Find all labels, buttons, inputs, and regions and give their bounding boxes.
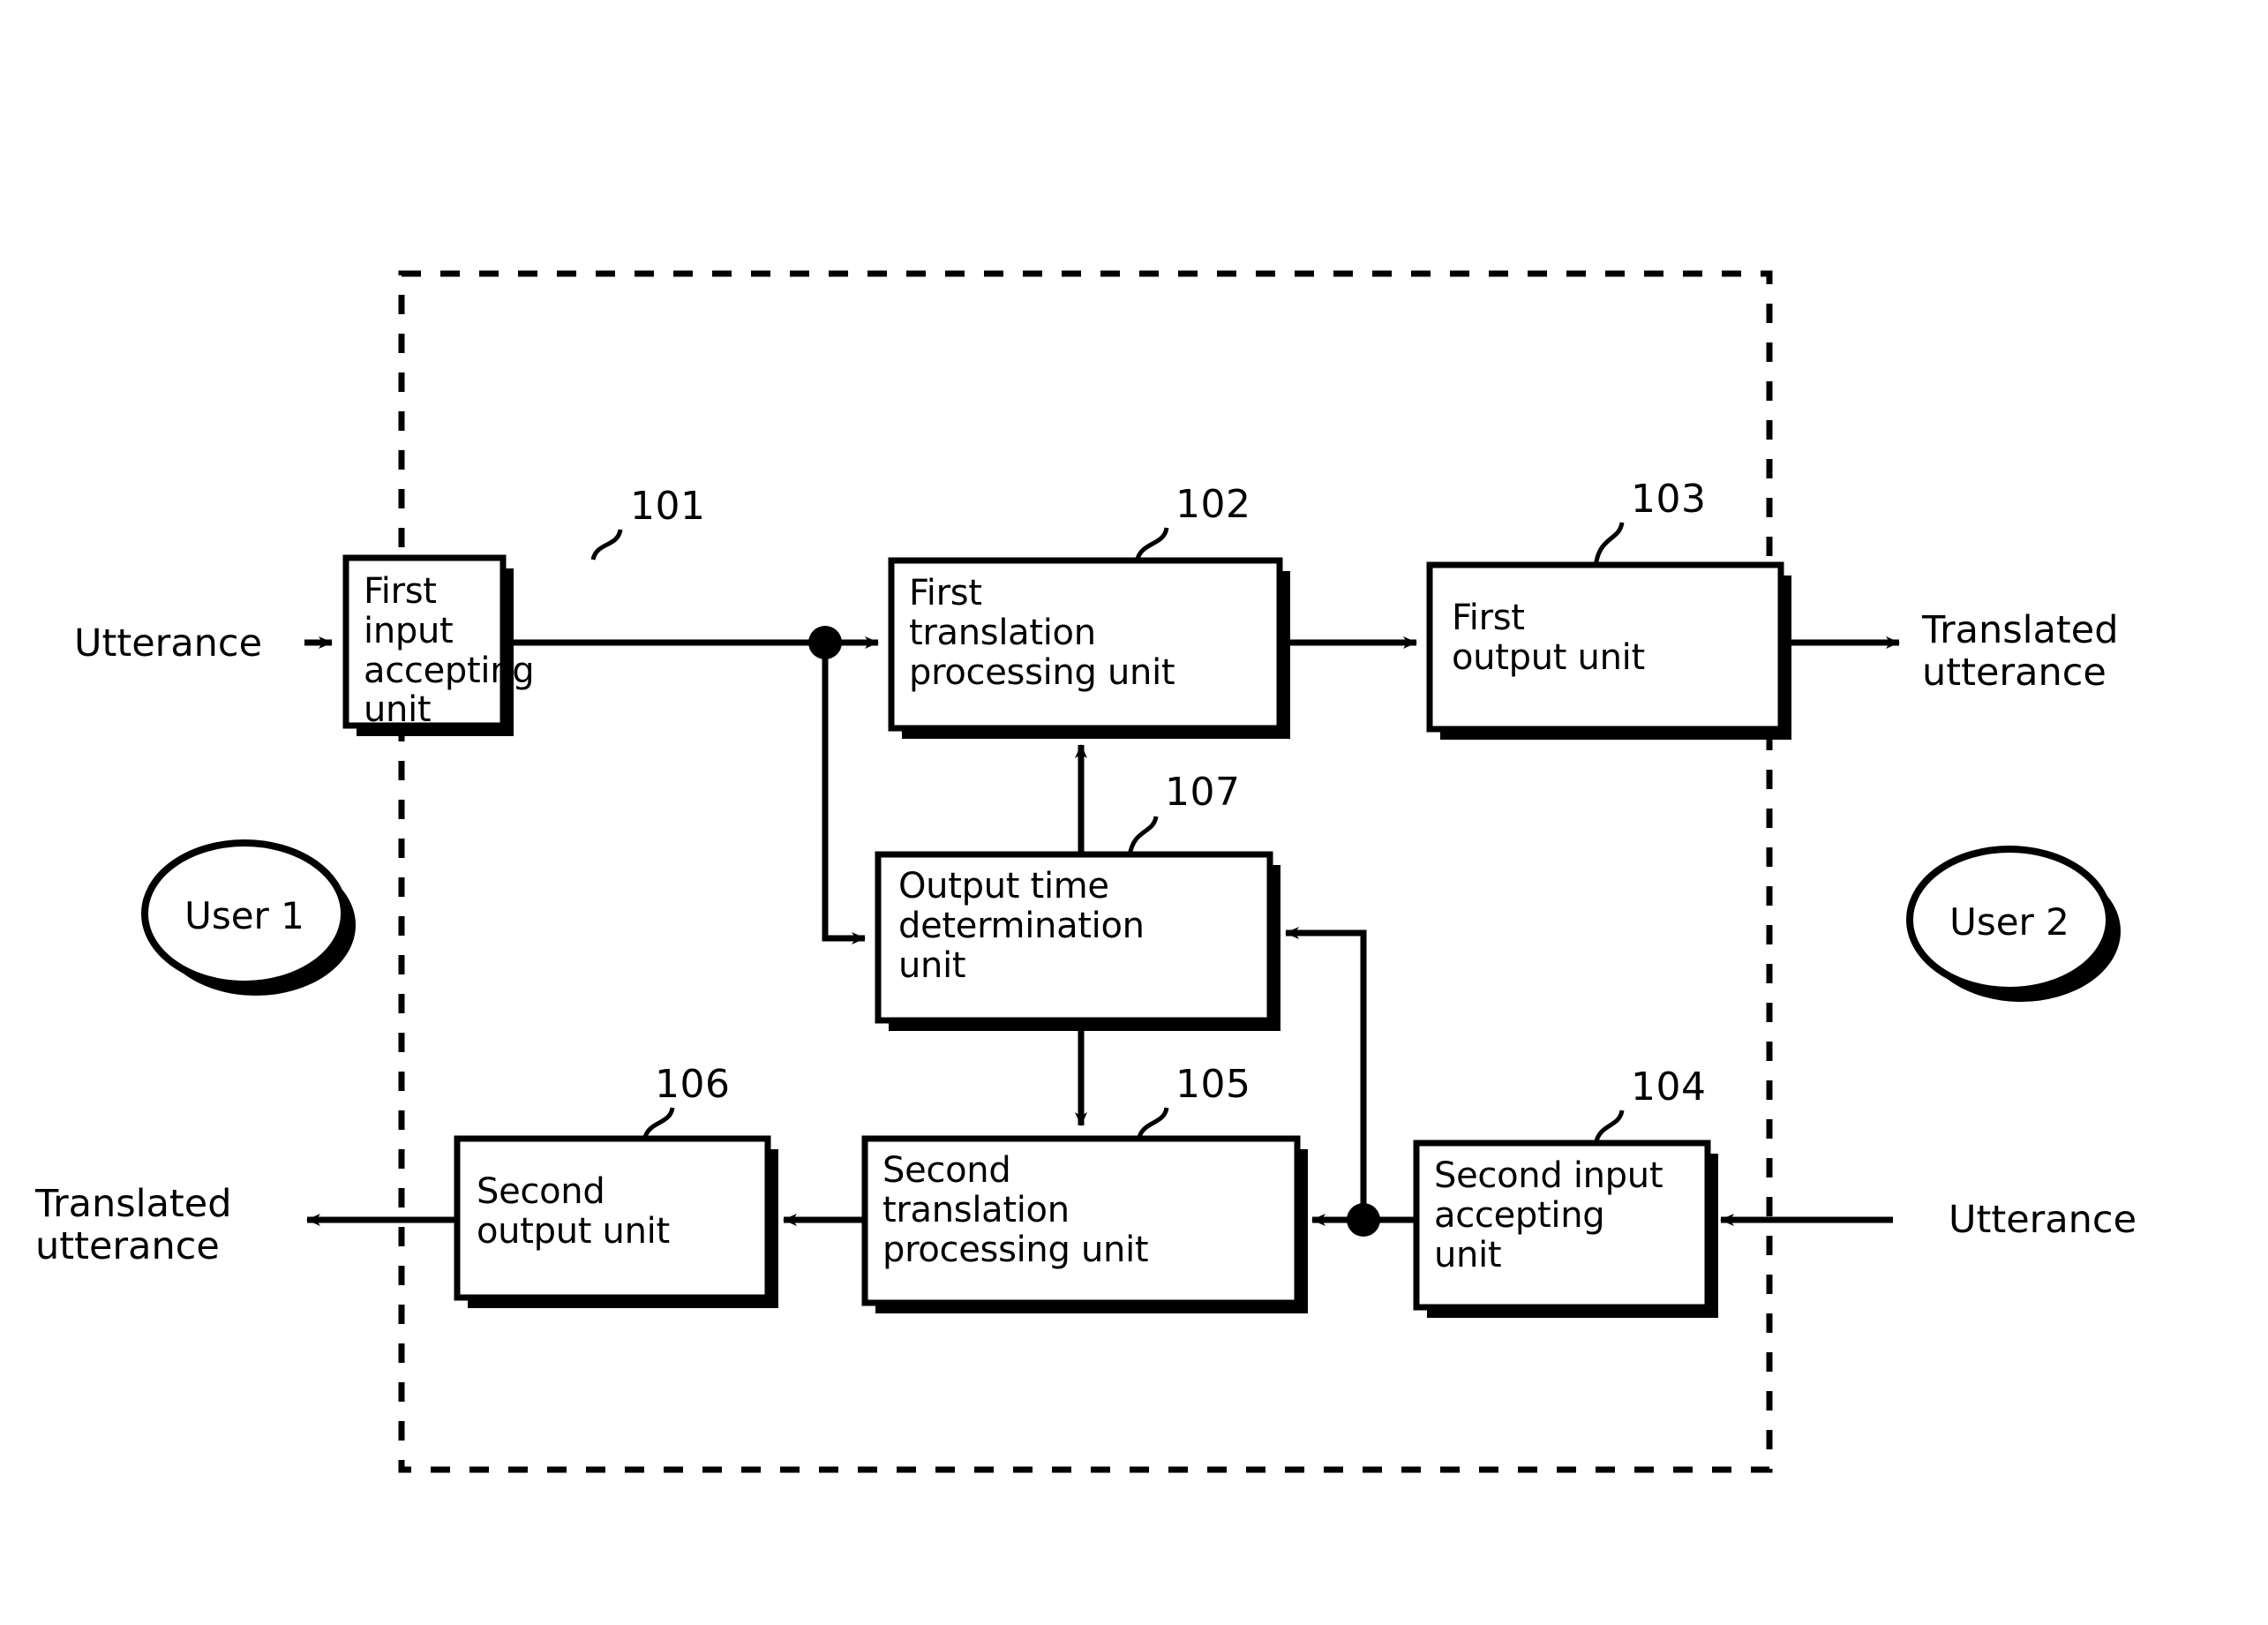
actor-label-user1: User 1 <box>184 894 304 937</box>
ref-number-103: 103 <box>1631 477 1707 522</box>
ref-number-105: 105 <box>1175 1062 1251 1107</box>
ref-number-104: 104 <box>1631 1065 1707 1110</box>
leader-line-101 <box>590 529 623 560</box>
ref-number-102: 102 <box>1175 482 1251 527</box>
block-label-107: Output time determination unit <box>898 866 1145 986</box>
leader-line-107 <box>1127 816 1159 857</box>
external-label-input-right: Utterance <box>1949 1198 2137 1242</box>
ref-number-106: 106 <box>655 1062 731 1107</box>
junction-dot-1 <box>808 626 842 659</box>
actor-label-user2: User 2 <box>1949 900 2069 944</box>
diagram-svg <box>141 270 2121 1473</box>
block-label-106: Second output unit <box>477 1171 670 1252</box>
leader-line-102 <box>1134 527 1169 563</box>
leader-line-103 <box>1593 522 1625 568</box>
junction-dot-2 <box>1347 1203 1380 1237</box>
block-label-102: First translation processing unit <box>909 573 1175 693</box>
external-label-output-left: Translated utterance <box>35 1182 232 1269</box>
block-label-105: Second translation processing unit <box>882 1150 1149 1270</box>
ref-number-107: 107 <box>1165 770 1241 815</box>
ref-number-101: 101 <box>630 484 706 529</box>
external-label-output-right: Translated utterance <box>1922 608 2119 696</box>
leader-line-105 <box>1136 1107 1169 1141</box>
external-label-input-left: Utterance <box>74 621 263 666</box>
block-label-104: Second input accepting unit <box>1434 1155 1663 1275</box>
wire-junction1-to-107 <box>822 643 866 944</box>
leader-line-106 <box>642 1107 675 1141</box>
block-label-101: First input accepting unit <box>364 571 535 731</box>
leader-line-104 <box>1593 1110 1625 1146</box>
block-label-103: First output unit <box>1452 598 1645 678</box>
figure-canvas: First input accepting unit First transla… <box>0 0 2268 1625</box>
